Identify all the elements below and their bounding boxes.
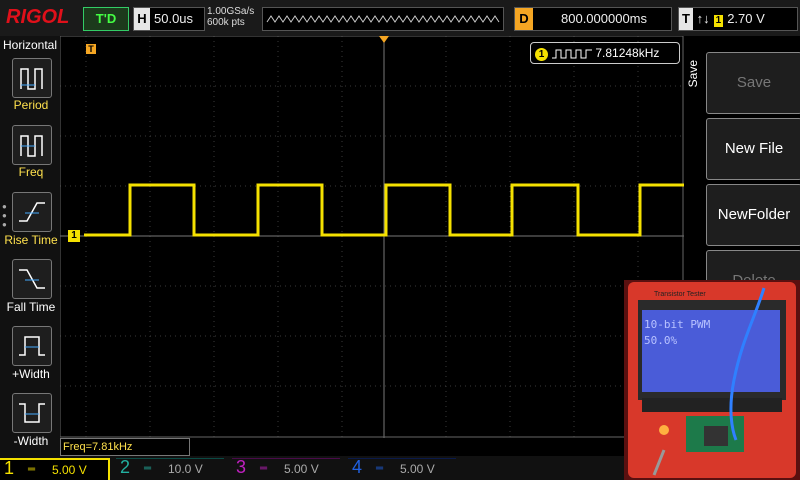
rise-time-button[interactable] — [12, 192, 52, 232]
square-wave-icon — [552, 49, 592, 59]
period-button[interactable] — [12, 58, 52, 98]
ch1-dc-coupling-icon: ═ — [28, 464, 36, 475]
positive-width-icon — [19, 336, 45, 356]
ch1-offset-marker[interactable]: 1 — [68, 230, 80, 242]
ch1-scale-box[interactable]: 1 ═ 5.00 V — [0, 458, 110, 480]
negative-width-button[interactable] — [12, 393, 52, 433]
positive-width-button[interactable] — [12, 326, 52, 366]
board-title: Transistor Tester — [654, 291, 706, 298]
positive-width-label: +Width — [12, 367, 50, 381]
waveform-display[interactable] — [60, 36, 684, 438]
memory-depth: 600k pts — [207, 17, 245, 28]
lcd-line-2: 50.0% — [644, 334, 677, 347]
save-button[interactable]: Save — [706, 52, 800, 114]
ch3-scale: 5.00 V — [284, 462, 319, 476]
freq-button[interactable] — [12, 125, 52, 165]
rigol-logo: RIGOL — [6, 6, 70, 28]
menu-title: Horizontal — [2, 38, 58, 52]
delay-tag: D — [515, 8, 533, 30]
ch3-scale-box[interactable]: 3 ═ 5.00 V — [232, 457, 340, 479]
overview-wave-icon — [266, 15, 500, 23]
ch1-number: 1 — [4, 458, 15, 478]
horizontal-tag: H — [134, 8, 150, 30]
waveform-overview[interactable] — [262, 7, 504, 31]
freq-channel-badge: 1 — [535, 48, 548, 61]
freq-icon — [20, 135, 43, 157]
trigger-display[interactable]: T ↑↓ 1 2.70 V — [678, 7, 798, 31]
frequency-value: 7.81248kHz — [595, 46, 660, 60]
ch3-number: 3 — [236, 457, 247, 477]
trigger-level: 2.70 V — [727, 11, 765, 26]
negative-width-icon — [19, 403, 45, 423]
timebase-value: 50.0us — [154, 11, 194, 26]
ch4-number: 4 — [352, 457, 363, 477]
rise-time-icon — [19, 202, 45, 222]
frequency-counter: 1 7.81248kHz — [530, 42, 680, 64]
period-icon — [20, 68, 43, 90]
delay-value: 800.000000ms — [561, 11, 648, 26]
fall-time-label: Fall Time — [6, 300, 56, 314]
trigger-status-badge: T'D — [83, 7, 129, 31]
ch2-scale: 10.0 V — [168, 462, 203, 476]
fall-time-button[interactable] — [12, 259, 52, 299]
ch3-dc-coupling-icon: ═ — [260, 463, 268, 474]
timebase-display[interactable]: H 50.0us — [133, 7, 205, 31]
new-folder-button[interactable]: NewFolder — [706, 184, 800, 246]
inset-photo: Transistor Tester 10-bit PWM 50.0% — [624, 280, 800, 480]
freq-label: Freq — [18, 165, 44, 179]
rise-time-label: Rise Time — [4, 233, 58, 247]
lcd-line-1: 10-bit PWM — [644, 318, 711, 331]
trigger-position-marker[interactable]: T — [86, 44, 96, 54]
horizontal-trigger-arrow[interactable] — [379, 36, 389, 43]
delay-display[interactable]: D 800.000000ms — [514, 7, 672, 31]
trigger-edge-icon: ↑↓ — [696, 11, 710, 26]
ch2-scale-box[interactable]: 2 ═ 10.0 V — [116, 457, 224, 479]
ch2-number: 2 — [120, 457, 131, 477]
negative-width-label: -Width — [13, 434, 49, 448]
acquisition-info: 1.00GSa/s 600k pts — [207, 6, 254, 28]
menu-page-dots: ● ● ● — [2, 202, 7, 229]
period-label: Period — [13, 98, 49, 112]
ch1-scale: 5.00 V — [52, 463, 87, 477]
ch4-scale-box[interactable]: 4 ═ 5.00 V — [348, 457, 456, 479]
new-file-button[interactable]: New File — [706, 118, 800, 180]
ch4-scale: 5.00 V — [400, 462, 435, 476]
fall-time-icon — [19, 269, 45, 289]
trigger-channel-badge: 1 — [713, 15, 724, 27]
measurement-readout: Freq=7.81kHz — [60, 438, 190, 456]
trigger-tag: T — [679, 8, 693, 30]
save-menu-tab: Save — [686, 60, 700, 88]
ch4-dc-coupling-icon: ═ — [376, 463, 384, 474]
ch2-dc-coupling-icon: ═ — [144, 463, 152, 474]
sample-rate: 1.00GSa/s — [207, 6, 255, 17]
graticule — [60, 36, 684, 438]
